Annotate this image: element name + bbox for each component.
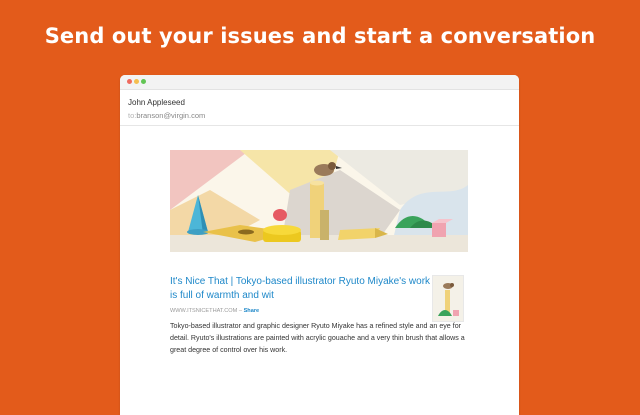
email-window: John Appleseed to:branson@virgin.com It'… (120, 75, 519, 415)
recipient-address[interactable]: branson@virgin.com (136, 111, 205, 120)
article-thumbnail[interactable] (432, 275, 464, 322)
article-title-link[interactable]: It's Nice That | Tokyo-based illustrator… (170, 275, 432, 303)
hero-illustration[interactable] (170, 150, 468, 252)
share-link[interactable]: Share (244, 308, 260, 314)
article-thumbnail-image (433, 276, 463, 321)
article-source-line: WWW.ITSNICETHAT.COM – Share (170, 307, 468, 316)
minimize-dot-icon[interactable] (134, 79, 139, 84)
article-body: Tokyo-based illustrator and graphic desi… (170, 322, 465, 354)
window-titlebar (120, 75, 519, 90)
email-header: John Appleseed to:branson@virgin.com (120, 90, 519, 126)
source-separator: – (238, 308, 243, 314)
headline: Send out your issues and start a convers… (44, 24, 596, 48)
article-source: WWW.ITSNICETHAT.COM (170, 308, 238, 314)
article-card: It's Nice That | Tokyo-based illustrator… (170, 275, 468, 356)
sender-name: John Appleseed (128, 98, 185, 107)
close-dot-icon[interactable] (127, 79, 132, 84)
maximize-dot-icon[interactable] (141, 79, 146, 84)
recipient-line: to:branson@virgin.com (128, 110, 511, 121)
hero-illustration-image (170, 150, 468, 252)
